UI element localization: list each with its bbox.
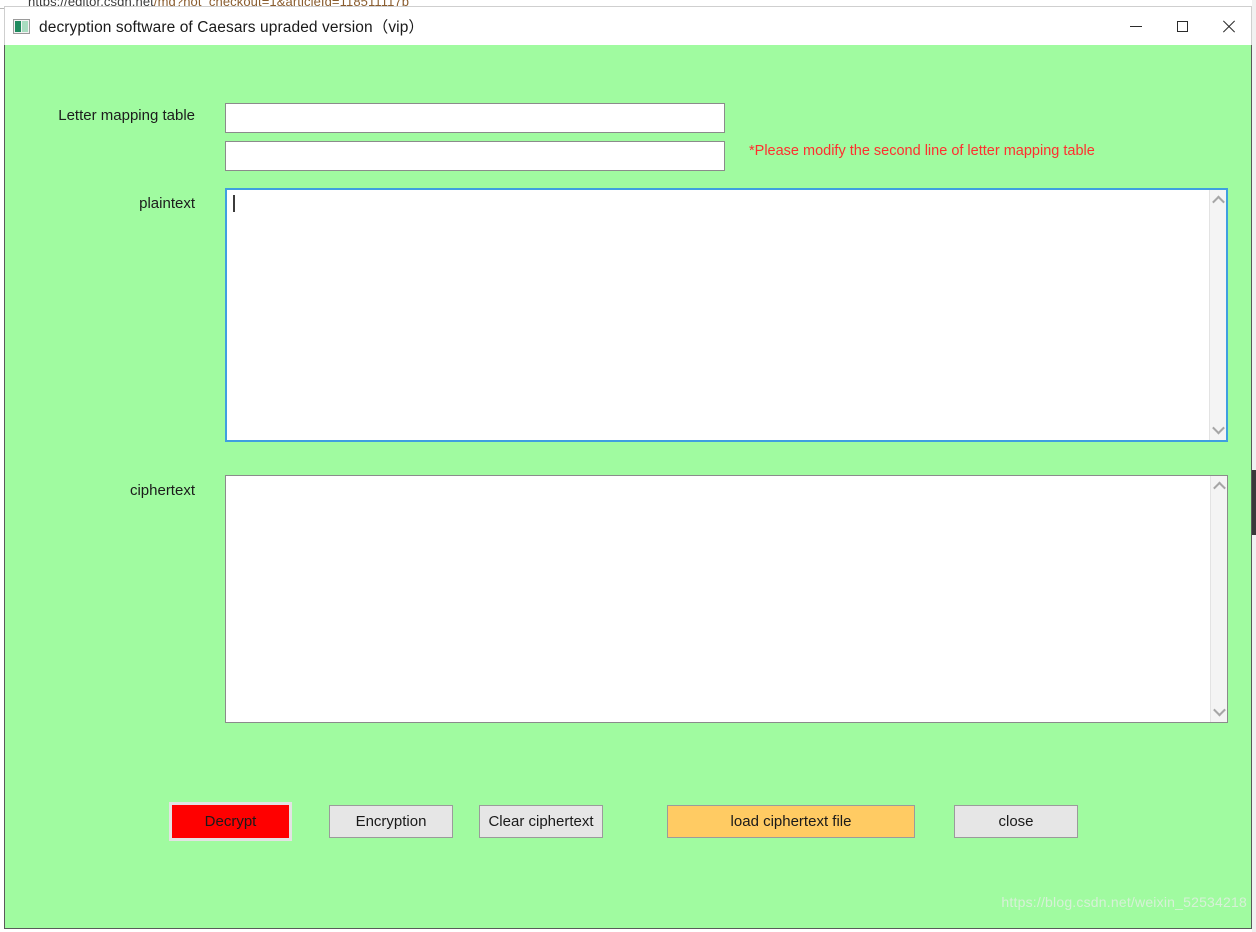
clear-ciphertext-button[interactable]: Clear ciphertext <box>479 805 603 838</box>
page-scrollbar-thumb[interactable] <box>1252 470 1256 535</box>
watermark-text: https://blog.csdn.net/weixin_52534218 <box>1001 894 1247 910</box>
text-caret <box>233 195 235 212</box>
load-ciphertext-file-button[interactable]: load ciphertext file <box>667 805 915 838</box>
ciphertext-label: ciphertext <box>129 482 195 499</box>
ciphertext-scroll-up-button[interactable] <box>1211 478 1227 495</box>
plaintext-label: plaintext <box>139 195 195 212</box>
chevron-up-icon <box>1212 481 1226 495</box>
maximize-button[interactable] <box>1159 7 1205 45</box>
ciphertext-text-surface[interactable] <box>226 476 1210 722</box>
ciphertext-scrollbar[interactable] <box>1210 476 1227 722</box>
minimize-icon <box>1130 25 1142 27</box>
page-scrollbar[interactable] <box>1252 0 1256 932</box>
title-bar[interactable]: decryption software of Caesars upraded v… <box>4 6 1252 45</box>
decrypt-button[interactable]: Decrypt <box>169 802 292 841</box>
close-window-button[interactable] <box>1205 7 1251 45</box>
letter-mapping-row2-input[interactable] <box>225 141 725 171</box>
window-title: decryption software of Caesars upraded v… <box>39 19 425 36</box>
chevron-up-icon <box>1211 195 1225 209</box>
plaintext-scrollbar[interactable] <box>1209 190 1226 440</box>
ciphertext-scroll-down-button[interactable] <box>1211 703 1227 720</box>
maximize-icon <box>1176 20 1188 32</box>
plaintext-scroll-up-button[interactable] <box>1210 192 1226 209</box>
letter-mapping-row1-input[interactable] <box>225 103 725 133</box>
mapping-hint-text: *Please modify the second line of letter… <box>749 143 1095 159</box>
letter-mapping-table-label: Letter mapping table <box>58 107 195 124</box>
chevron-down-icon <box>1211 421 1225 435</box>
window-controls <box>1113 7 1251 45</box>
minimize-button[interactable] <box>1113 7 1159 45</box>
plaintext-text-surface[interactable] <box>227 190 1209 440</box>
close-icon <box>1222 20 1235 33</box>
ciphertext-textarea[interactable] <box>225 475 1228 723</box>
close-button[interactable]: close <box>954 805 1078 838</box>
encryption-button[interactable]: Encryption <box>329 805 453 838</box>
client-area: Letter mapping table *Please modify the … <box>4 45 1252 929</box>
chevron-down-icon <box>1212 703 1226 717</box>
plaintext-textarea[interactable] <box>225 188 1228 442</box>
application-window: https://editor.csdn.net/md?not_checkout=… <box>0 0 1256 932</box>
app-window-icon <box>13 18 30 34</box>
plaintext-scroll-down-button[interactable] <box>1210 421 1226 438</box>
